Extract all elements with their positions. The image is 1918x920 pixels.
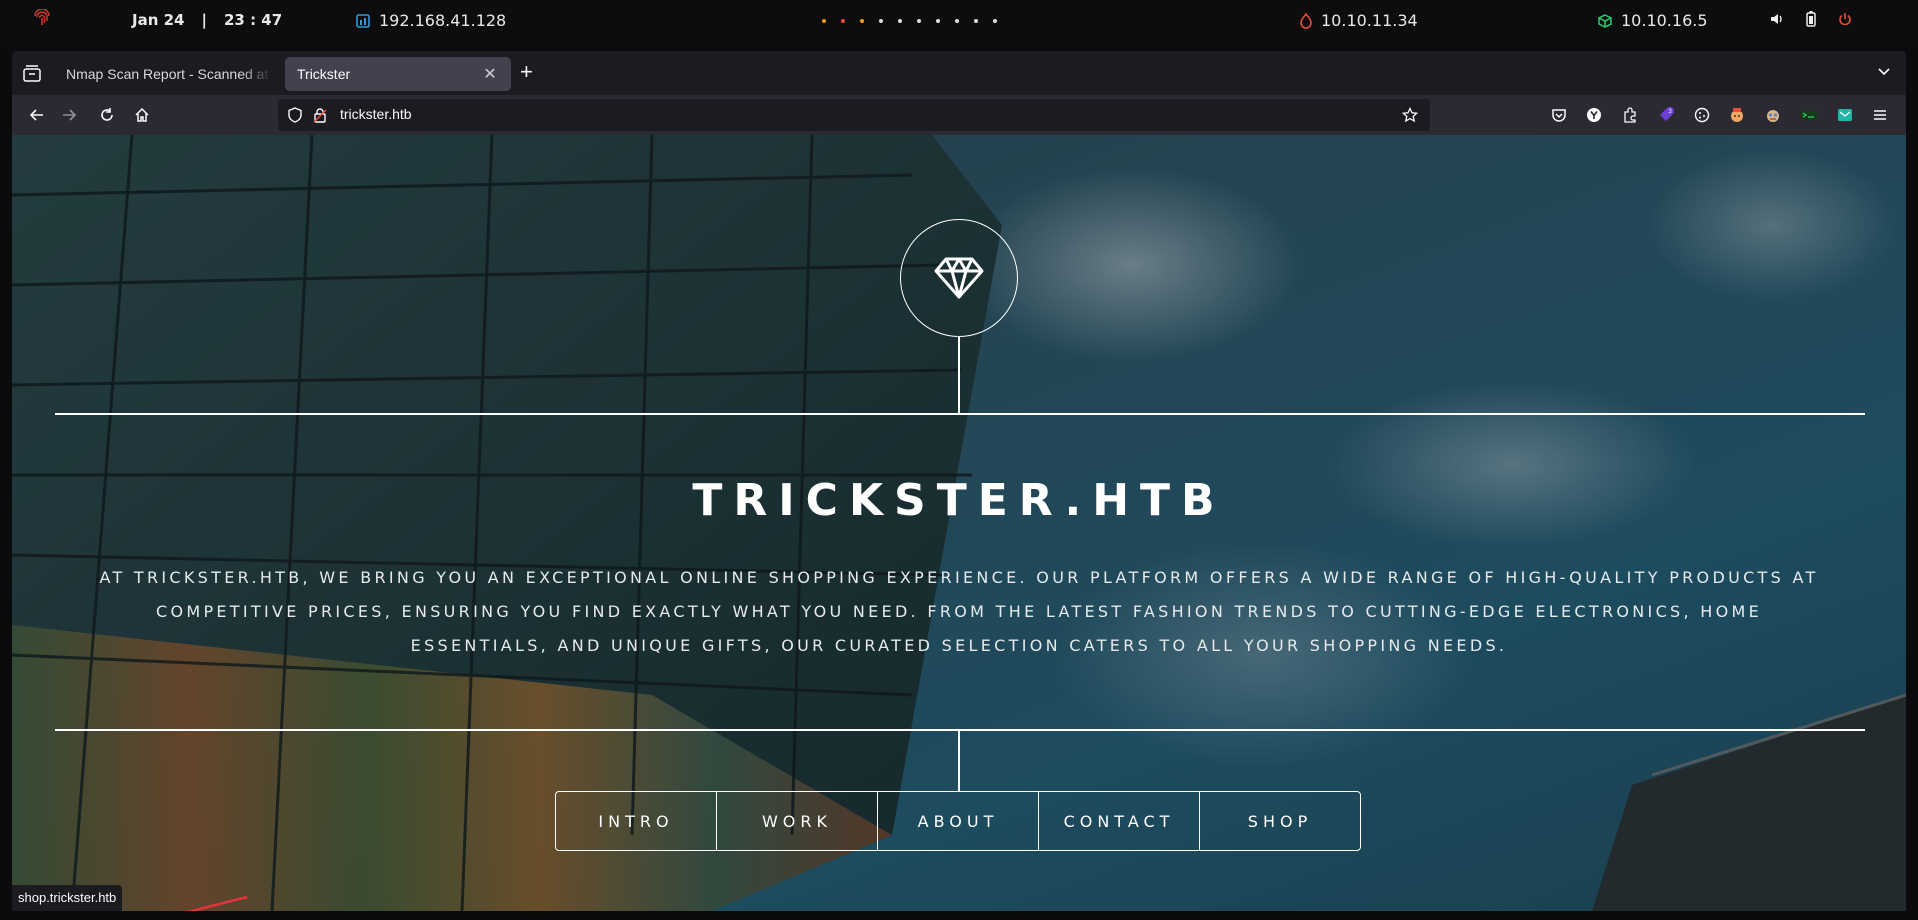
bookmark-star-icon[interactable]: [1402, 107, 1418, 123]
link-status-bar: shop.trickster.htb: [12, 885, 123, 911]
workspace-dot[interactable]: [974, 19, 978, 23]
back-button[interactable]: [26, 104, 48, 126]
tab-trickster[interactable]: Trickster ✕: [285, 57, 511, 91]
power-icon[interactable]: [1838, 12, 1852, 26]
extension-badge: 3: [1668, 108, 1672, 115]
workspace-dot[interactable]: [822, 19, 826, 23]
yomitan-extension-icon[interactable]: [1583, 104, 1605, 126]
logo-connector-line: [958, 337, 960, 413]
nav-contact[interactable]: CONTACT: [1039, 792, 1200, 850]
close-tab-icon[interactable]: ✕: [481, 64, 499, 84]
tab-strip: Nmap Scan Report - Scanned at Trickster …: [12, 51, 1906, 95]
vpn-ip-text: 10.10.16.5: [1621, 11, 1708, 30]
workspace-dot[interactable]: [841, 19, 845, 23]
workspace-dot[interactable]: [993, 19, 997, 23]
workspace-dot[interactable]: [898, 19, 902, 23]
back-arrow-icon: [29, 109, 43, 121]
tab-label: Trickster: [297, 66, 351, 82]
volume-icon[interactable]: [1770, 12, 1784, 26]
nav-work[interactable]: WORK: [717, 792, 878, 850]
tab-label: Nmap Scan Report - Scanned at: [66, 66, 269, 82]
forward-arrow-icon: [63, 109, 77, 121]
vpn-cube-icon: [1598, 13, 1612, 28]
firefox-view-icon[interactable]: [22, 65, 42, 83]
extensions-puzzle-icon[interactable]: [1619, 104, 1641, 126]
mail-extension-icon[interactable]: [1834, 104, 1856, 126]
url-text: trickster.htb: [340, 106, 412, 122]
hamburger-menu-icon[interactable]: [1869, 104, 1891, 126]
target-ip-indicator[interactable]: 10.10.11.34: [1300, 11, 1418, 30]
tracking-shield-icon[interactable]: [288, 107, 302, 123]
local-ip-indicator[interactable]: 192.168.41.128: [356, 11, 506, 30]
date-time[interactable]: Jan 24 | 23 : 47: [132, 11, 282, 29]
fingerprint-icon[interactable]: [34, 9, 50, 29]
workspace-dot[interactable]: [860, 19, 864, 23]
workspace-dot[interactable]: [955, 19, 959, 23]
nav-intro[interactable]: INTRO: [556, 792, 717, 850]
vpn-ip-indicator[interactable]: 10.10.16.5: [1598, 11, 1708, 30]
terminal-extension-icon[interactable]: [1798, 104, 1820, 126]
nav-about[interactable]: ABOUT: [878, 792, 1039, 850]
pocket-icon[interactable]: [1548, 104, 1570, 126]
target-ip-text: 10.10.11.34: [1321, 11, 1418, 30]
site-description: At Trickster.htb, we bring you an except…: [99, 568, 1819, 655]
home-icon: [135, 107, 149, 122]
reload-icon: [101, 108, 113, 121]
tab-nmap-report[interactable]: Nmap Scan Report - Scanned at: [54, 57, 284, 91]
hacktools-extension-icon[interactable]: 3: [1655, 104, 1677, 126]
nav-connector-line: [958, 730, 960, 792]
workspace-dot[interactable]: [879, 19, 883, 23]
main-navigation: INTRO WORK ABOUT CONTACT SHOP: [555, 791, 1361, 851]
workspace-dot[interactable]: [917, 19, 921, 23]
bottom-divider: [55, 729, 1865, 731]
browser-window: Nmap Scan Report - Scanned at Trickster …: [12, 51, 1906, 911]
workspace-dot[interactable]: [936, 19, 940, 23]
system-top-bar: Jan 24 | 23 : 47 192.168.41.128 10.10.11…: [0, 0, 1918, 42]
top-divider: [55, 413, 1865, 415]
workspace-indicator[interactable]: [822, 14, 997, 23]
date-separator: |: [201, 11, 207, 29]
insecure-lock-icon[interactable]: [313, 107, 327, 123]
reload-button[interactable]: [96, 104, 118, 126]
forward-button[interactable]: [58, 104, 80, 126]
target-icon: [1300, 12, 1312, 29]
site-title: TRICKSTER.HTB: [692, 475, 1226, 526]
chevron-down-icon[interactable]: [1876, 63, 1892, 79]
home-button[interactable]: [131, 104, 153, 126]
navigation-toolbar: trickster.htb 3: [12, 95, 1906, 135]
cookie-editor-icon[interactable]: [1691, 104, 1713, 126]
date-text: Jan 24: [132, 11, 185, 29]
network-icon: [356, 13, 370, 28]
foxyproxy-icon[interactable]: [1762, 104, 1784, 126]
battery-icon[interactable]: [1806, 11, 1816, 27]
webpage-content: TRICKSTER.HTB At Trickster.htb, we bring…: [12, 135, 1906, 911]
diamond-icon: [934, 257, 984, 299]
local-ip-text: 192.168.41.128: [379, 11, 507, 30]
nav-shop[interactable]: SHOP: [1200, 792, 1360, 850]
site-logo[interactable]: [900, 219, 1018, 337]
wappalyzer-icon[interactable]: [1726, 104, 1748, 126]
address-bar[interactable]: trickster.htb: [278, 99, 1430, 131]
system-tray: [1770, 11, 1852, 27]
annotation-arrow: [162, 895, 248, 911]
time-text: 23 : 47: [223, 11, 283, 29]
new-tab-button[interactable]: +: [520, 60, 533, 84]
